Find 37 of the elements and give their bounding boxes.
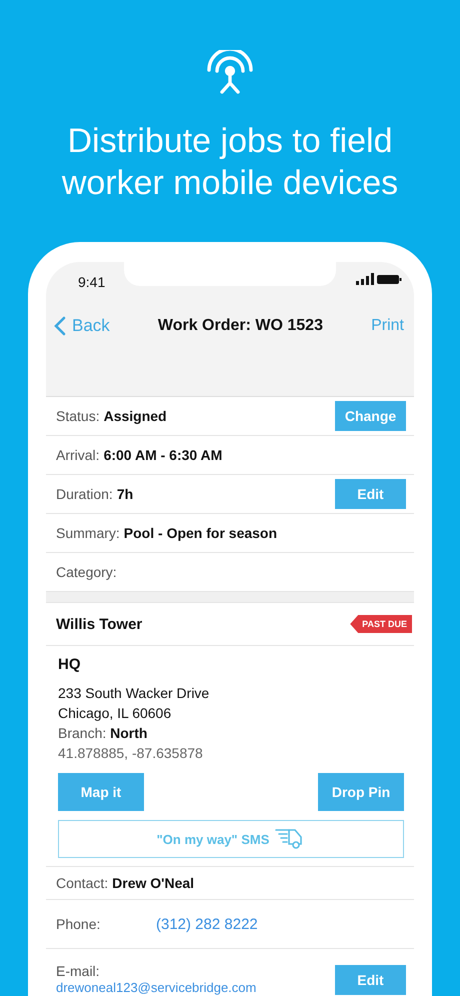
headline: Distribute jobs to field worker mobile devices	[60, 121, 400, 204]
field-label: Status:	[56, 408, 100, 424]
field-label: Phone:	[56, 916, 102, 932]
field-value: Assigned	[104, 408, 167, 424]
sms-button[interactable]: "On my way" SMS	[58, 820, 404, 858]
phone-link[interactable]: (312) 282 8222	[156, 916, 258, 932]
site-name: HQ	[58, 656, 82, 673]
signal-tower-icon	[206, 50, 254, 96]
field-value: 6:00 AM - 6:30 AM	[104, 447, 222, 463]
row-button[interactable]: Change	[335, 401, 406, 431]
print-link[interactable]: Print	[371, 317, 404, 335]
field-label: Summary:	[56, 525, 120, 541]
location-name: Willis Tower	[56, 616, 142, 632]
screen-title: Work Order: WO 1523	[158, 317, 323, 335]
field-value: 7h	[116, 486, 134, 502]
map-button[interactable]: Map it	[58, 773, 144, 811]
back-link[interactable]: Back	[54, 316, 110, 336]
signal-battery-icon	[356, 273, 402, 285]
field-label: Category:	[56, 564, 117, 580]
branch-value: North	[110, 725, 148, 741]
row-button[interactable]: Edit	[335, 965, 406, 995]
map-button[interactable]: Drop Pin	[318, 773, 404, 811]
row-button[interactable]: Edit	[335, 479, 406, 509]
field-label: Duration:	[56, 486, 113, 502]
field-label: Arrival:	[56, 447, 100, 463]
past-due-tag: PAST DUE	[350, 615, 412, 633]
address-line: 233 South Wacker Drive	[58, 684, 210, 703]
field-label: Contact:	[56, 875, 108, 891]
chevron-left-icon	[54, 316, 66, 336]
address-line: Chicago, IL 60606	[58, 704, 172, 723]
field-label: E-mail:	[56, 963, 101, 979]
branch-label: Branch:	[58, 725, 106, 741]
field-value: Pool - Open for season	[124, 525, 278, 541]
status-time: 9:41	[78, 274, 106, 290]
field-value: Drew O'Neal	[112, 875, 194, 891]
coordinates: 41.878885, -87.635878	[58, 744, 204, 763]
email-link[interactable]: drewoneal123@servicebridge.com	[56, 980, 256, 995]
